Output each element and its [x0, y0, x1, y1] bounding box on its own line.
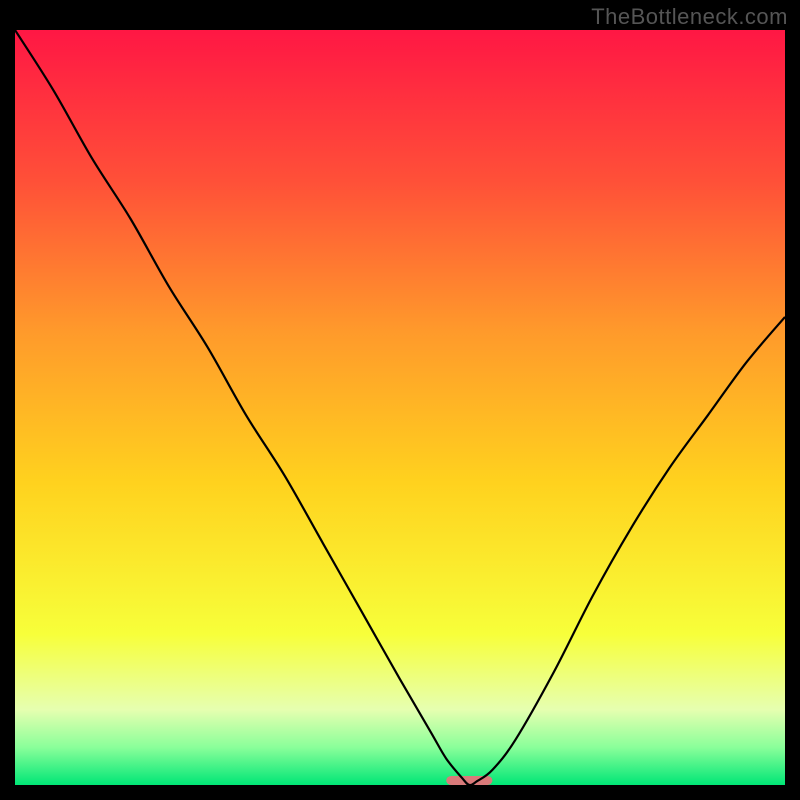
optimum-marker	[446, 776, 492, 785]
watermark-text: TheBottleneck.com	[591, 4, 788, 30]
chart-frame: TheBottleneck.com	[0, 0, 800, 800]
chart-svg	[15, 30, 785, 785]
plot-area	[15, 30, 785, 785]
gradient-background	[15, 30, 785, 785]
